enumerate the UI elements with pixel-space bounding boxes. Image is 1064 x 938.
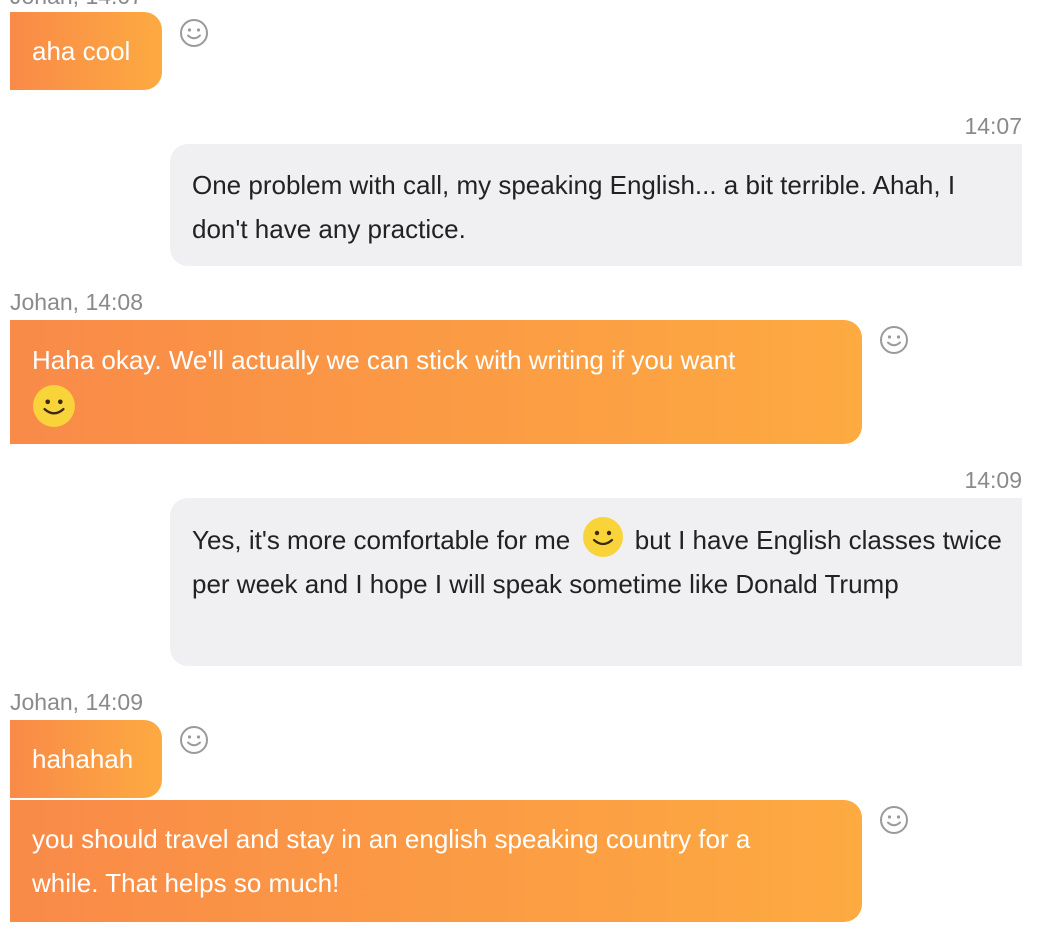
message-text: you should travel and stay in an english… bbox=[32, 824, 751, 898]
add-reaction-icon[interactable] bbox=[879, 805, 909, 835]
incoming-message[interactable]: aha cool bbox=[10, 12, 162, 90]
message-meta: Johan, 14:08 bbox=[10, 289, 144, 315]
add-reaction-icon[interactable] bbox=[179, 725, 209, 755]
smiley-emoji-icon bbox=[582, 517, 623, 558]
outgoing-message[interactable]: One problem with call, my speaking Engli… bbox=[170, 144, 1022, 266]
message-text: aha cool bbox=[32, 36, 131, 66]
incoming-message[interactable]: Haha okay. We'll actually we can stick w… bbox=[10, 320, 862, 444]
message-meta: Johan, 14:07 bbox=[10, 0, 143, 10]
outgoing-message[interactable]: Yes, it's more comfortable for me but I … bbox=[170, 498, 1022, 666]
message-text: hahahah bbox=[32, 744, 134, 774]
message-time: 14:09 bbox=[964, 467, 1022, 493]
message-time: 14:07 bbox=[964, 113, 1022, 139]
add-reaction-icon[interactable] bbox=[879, 325, 909, 355]
chat-transcript: Johan, 14:07 aha cool 14:07 One problem … bbox=[0, 0, 1064, 938]
add-reaction-icon[interactable] bbox=[179, 18, 209, 48]
incoming-message[interactable]: you should travel and stay in an english… bbox=[10, 800, 862, 922]
incoming-message[interactable]: hahahah bbox=[10, 720, 162, 798]
message-text-before-emoji: Yes, it's more comfortable for me bbox=[192, 525, 571, 555]
message-text: One problem with call, my speaking Engli… bbox=[192, 170, 956, 244]
smiley-emoji-icon bbox=[33, 385, 75, 428]
message-meta: Johan, 14:09 bbox=[10, 689, 144, 715]
message-text: Haha okay. We'll actually we can stick w… bbox=[32, 345, 736, 375]
